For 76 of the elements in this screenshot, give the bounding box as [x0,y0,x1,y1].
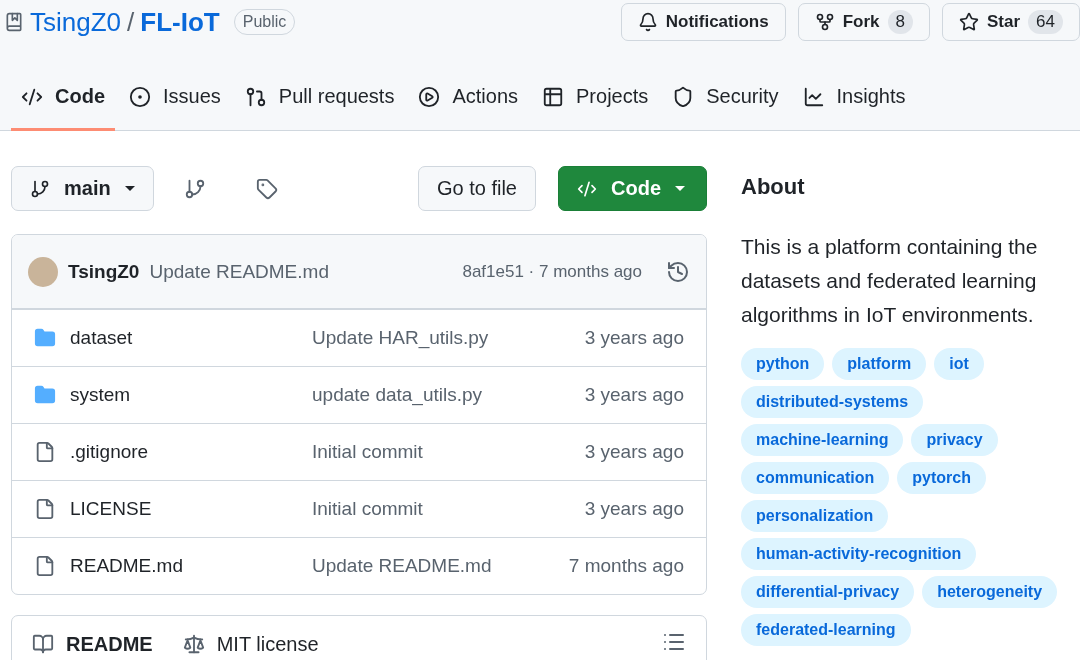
table-icon [542,85,565,108]
commit-message[interactable]: Update README.md [149,260,329,283]
topic-tag[interactable]: machine-learning [741,424,904,456]
fork-icon [814,12,835,32]
file-icon [34,498,56,520]
owner-link[interactable]: TsingZ0 [30,6,122,38]
star-button[interactable]: Star 64 [942,3,1080,41]
commit-author[interactable]: TsingZ0 [68,260,140,283]
code-button[interactable]: Code [558,166,707,211]
folder-icon [34,384,56,406]
file-icon [34,555,56,577]
commit-hash-time[interactable]: 8af1e51 · 7 months ago [462,261,642,282]
notifications-button[interactable]: Notifications [620,3,786,41]
readme-tab[interactable]: README [32,630,153,658]
commit-message[interactable]: update data_utils.py [312,384,585,406]
file-icon [34,441,56,463]
commit-time: 3 years ago [584,441,684,463]
commit-message[interactable]: Update HAR_utils.py [312,327,585,349]
nav-tab[interactable]: Code [11,73,115,131]
topic-tag[interactable]: heterogeneity [922,576,1058,608]
scale-icon [182,633,205,655]
branch-icon [183,177,206,200]
readme-tab[interactable]: MIT license [182,630,319,658]
caret-icon [124,186,135,191]
issue-icon [129,85,151,108]
about-description: This is a platform containing the datasets and federated learning algorithms in IoT environments. [741,234,1039,328]
file-name[interactable]: .gitignore [70,441,312,463]
topic-tag[interactable]: pytorch [897,462,986,494]
commit-message[interactable]: Update README.md [312,555,569,577]
nav-tab[interactable]: Actions [408,73,529,131]
branch-icon [30,178,50,199]
caret-icon [675,186,685,191]
path-separator: / [127,6,135,38]
graph-icon [802,85,825,108]
commit-time: 3 years ago [584,498,684,520]
topic-tag[interactable]: privacy [911,424,998,456]
nav-tab[interactable]: Security [662,73,789,131]
topic-tag[interactable]: human-activity-recognition [741,538,977,570]
tag-icon [255,177,278,200]
repo-icon [4,12,24,32]
about-title: About [741,174,806,200]
topic-tag[interactable]: personalization [741,500,889,532]
book-icon [32,633,54,655]
play-icon [418,85,441,108]
count-label: 8 [887,10,913,34]
file-name[interactable]: LICENSE [70,498,312,520]
go-to-file-button[interactable]: Go to file [417,166,536,211]
commit-message[interactable]: Initial commit [312,441,585,463]
file-name[interactable]: dataset [70,327,312,349]
topic-tag[interactable]: platform [832,348,927,380]
file-name[interactable]: system [70,384,312,406]
commit-message[interactable]: Initial commit [312,498,585,520]
nav-tab[interactable]: Projects [532,73,659,131]
file-name[interactable]: README.md [70,555,312,577]
commit-time: 3 years ago [584,327,684,349]
nav-tab[interactable]: Pull requests [234,73,405,131]
topic-tag[interactable]: distributed-systems [741,386,924,418]
topic-tag[interactable]: iot [934,348,984,380]
topic-tag[interactable]: communication [741,462,890,494]
history-icon[interactable] [666,259,690,284]
commit-time: 7 months ago [568,555,684,577]
branch-button[interactable]: main [11,166,154,211]
topic-tag[interactable]: differential-privacy [741,576,915,608]
count-label: 64 [1028,10,1063,34]
nav-tab[interactable]: Insights [792,73,916,131]
folder-icon [34,327,56,349]
fork-button[interactable]: Fork 8 [797,3,930,41]
star-icon [959,12,979,32]
nav-tab[interactable]: Issues [119,73,231,131]
bell-icon [637,12,658,32]
commit-time: 3 years ago [584,384,684,406]
topic-tag[interactable]: python [741,348,825,380]
pull-request-icon [244,85,267,108]
repo-name-link[interactable]: FL-IoT [140,6,220,38]
avatar [28,256,58,287]
topic-tag[interactable]: federated-learning [741,614,911,646]
